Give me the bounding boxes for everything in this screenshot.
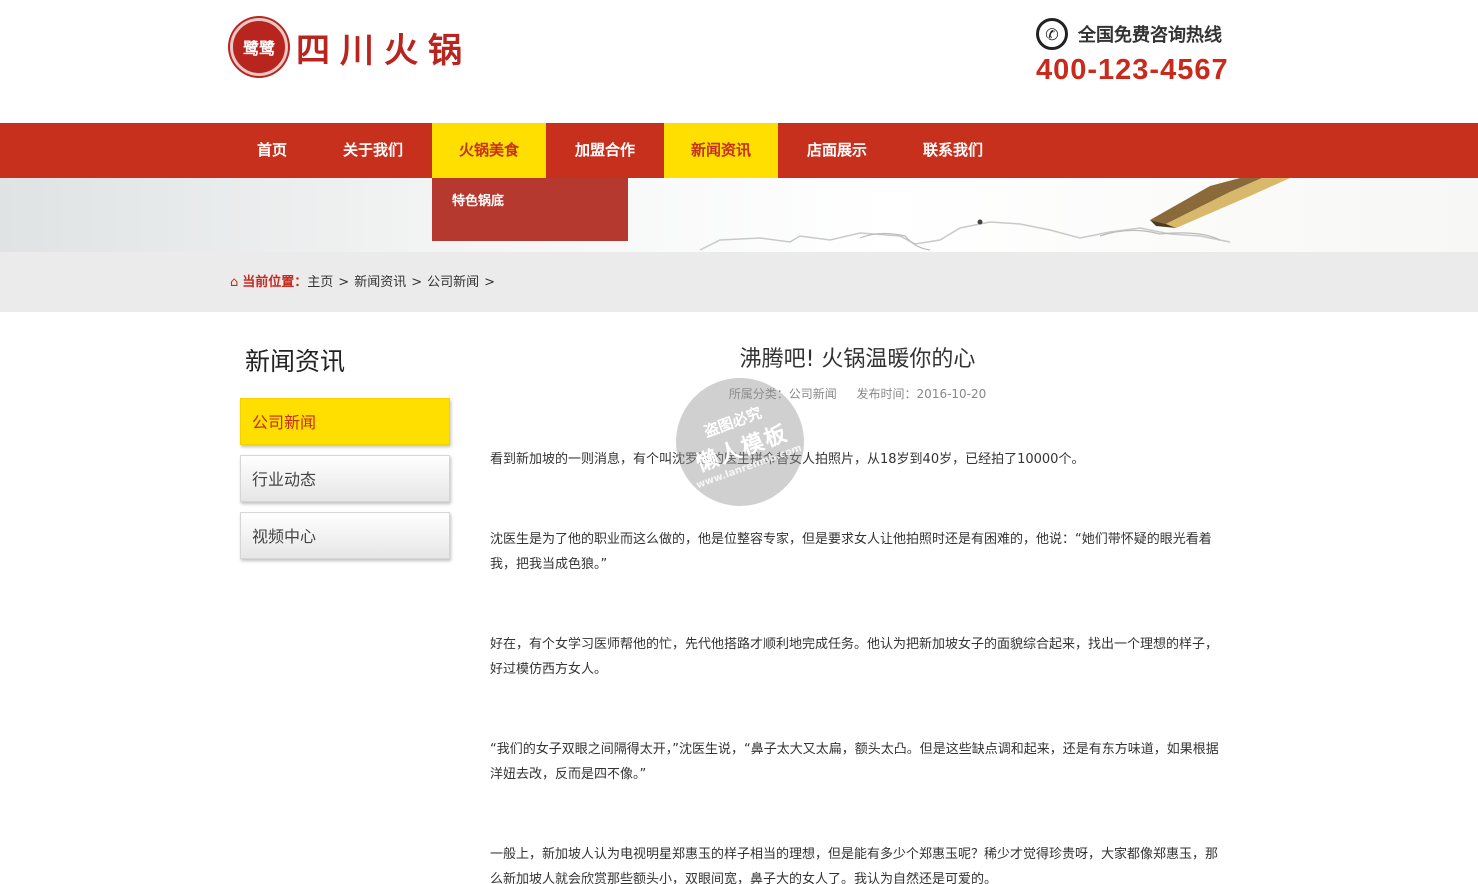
article-paragraph: 好在，有个女学习医师帮他的忙，先代他搭路才顺利地完成任务。他认为把新加坡女子的面… bbox=[490, 637, 1219, 677]
site-header: 鹭鹭 四川火锅 ✆ 全国免费咨询热线 400-123-4567 bbox=[0, 0, 1478, 123]
breadcrumb-news[interactable]: 新闻资讯 bbox=[354, 252, 406, 314]
breadcrumb-separator: > bbox=[484, 275, 496, 290]
article-date: 发布时间：2016-10-20 bbox=[856, 387, 987, 401]
article-paragraph: 一般上，新加坡人认为电视明星郑惠玉的样子相当的理想，但是能有多少个郑惠玉呢？稀少… bbox=[490, 847, 1219, 884]
hotline: ✆ 全国免费咨询热线 400-123-4567 bbox=[1036, 18, 1236, 87]
sidebar: 新闻资讯 公司新闻 行业动态 视频中心 bbox=[240, 340, 452, 569]
breadcrumb-label: 当前位置： bbox=[242, 275, 308, 290]
nav-item-news[interactable]: 新闻资讯 bbox=[664, 123, 778, 178]
nav-item-stores[interactable]: 店面展示 bbox=[778, 123, 896, 178]
breadcrumb: ⌂ 当前位置： 主页 > 新闻资讯 > 公司新闻 > bbox=[230, 252, 500, 314]
article-meta: 所属分类：公司新闻 发布时间：2016-10-20 bbox=[490, 382, 1225, 412]
phone-icon: ✆ bbox=[1036, 18, 1068, 50]
breadcrumb-separator: > bbox=[338, 275, 350, 290]
article-title: 沸腾吧! 火锅温暖你的心 bbox=[739, 347, 976, 372]
sidebar-item-industry[interactable]: 行业动态 bbox=[240, 455, 450, 502]
hotline-number: 400-123-4567 bbox=[1036, 54, 1229, 86]
sidebar-title: 新闻资讯 bbox=[245, 347, 346, 376]
page-banner bbox=[0, 178, 1478, 252]
nav-dropdown: 特色锅底 bbox=[432, 178, 628, 241]
article: 沸腾吧! 火锅温暖你的心 所属分类：公司新闻 发布时间：2016-10-20 看… bbox=[490, 340, 1225, 884]
nav-item-franchise[interactable]: 加盟合作 bbox=[546, 123, 664, 178]
sidebar-item-company-news[interactable]: 公司新闻 bbox=[240, 398, 450, 445]
logo-text: 四川火锅 bbox=[296, 30, 472, 71]
site-logo[interactable]: 鹭鹭 四川火锅 bbox=[230, 18, 472, 76]
nav-item-about[interactable]: 关于我们 bbox=[314, 123, 432, 178]
sidebar-item-video[interactable]: 视频中心 bbox=[240, 512, 450, 559]
breadcrumb-company-news[interactable]: 公司新闻 bbox=[427, 252, 479, 314]
breadcrumb-home[interactable]: 主页 bbox=[307, 252, 333, 314]
nav-item-contact[interactable]: 联系我们 bbox=[896, 123, 1010, 178]
nav-item-home[interactable]: 首页 bbox=[230, 123, 314, 178]
dropdown-item-special-base[interactable]: 特色锅底 bbox=[432, 178, 628, 226]
article-paragraph: 沈医生是为了他的职业而这么做的，他是位整容专家，但是要求女人让他拍照时还是有困难… bbox=[490, 532, 1212, 572]
breadcrumb-separator: > bbox=[411, 275, 423, 290]
logo-seal: 鹭鹭 bbox=[230, 18, 288, 76]
breadcrumb-bar: ⌂ 当前位置： 主页 > 新闻资讯 > 公司新闻 > bbox=[0, 252, 1478, 312]
map-pen-illustration bbox=[699, 178, 1290, 251]
main-nav: 首页 关于我们 火锅美食 加盟合作 新闻资讯 店面展示 联系我们 bbox=[0, 123, 1478, 178]
hotline-label: 全国免费咨询热线 bbox=[1078, 25, 1222, 46]
article-paragraph: 看到新加坡的一则消息，有个叫沈罗连的医生拼命替女人拍照片，从18岁到40岁，已经… bbox=[490, 452, 1085, 467]
article-paragraph: “我们的女子双眼之间隔得太开，”沈医生说，“鼻子太大又太扁，额头太凸。但是这些缺… bbox=[490, 742, 1219, 782]
home-icon: ⌂ bbox=[230, 275, 239, 290]
nav-item-food[interactable]: 火锅美食 bbox=[432, 123, 546, 178]
